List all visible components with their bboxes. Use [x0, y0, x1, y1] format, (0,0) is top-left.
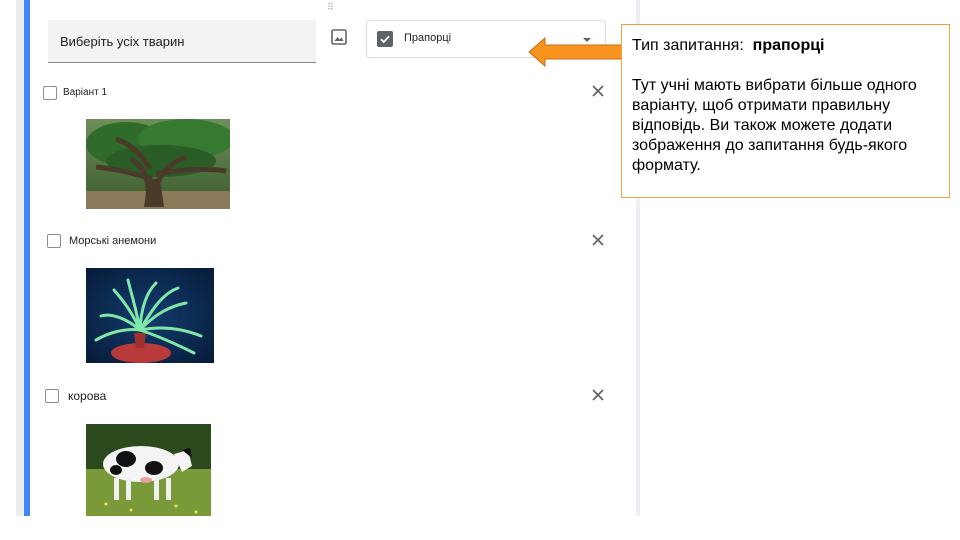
question-title-text: Виберіть усіх тварин [60, 33, 185, 49]
checkbox-type-icon [377, 31, 393, 47]
callout-box: Тип запитання: прапорці Тут учні мають в… [621, 24, 950, 198]
option-row-1: Варіант 1 [0, 80, 612, 104]
remove-option-1-close-icon[interactable] [591, 84, 605, 98]
option-checkbox-2[interactable] [47, 234, 61, 248]
option-image-1-tree [86, 119, 234, 209]
option-row-2: Морські анемони [0, 229, 612, 253]
option-label-2[interactable]: Морські анемони [69, 235, 156, 247]
callout-title-prefix: Тип запитання: [632, 37, 744, 54]
remove-option-3-close-icon[interactable] [591, 388, 605, 402]
option-image-2-sea-anemone [86, 268, 214, 363]
option-checkbox-3[interactable] [45, 389, 59, 403]
callout-title-value: прапорці [752, 37, 825, 54]
option-label-1[interactable]: Варіант 1 [63, 87, 107, 98]
option-row-3: корова [0, 384, 612, 408]
remove-option-2-close-icon[interactable] [591, 233, 605, 247]
drag-handle-icon[interactable]: ⠿ [323, 4, 339, 16]
callout-body: Тут учні мають вибрати більше одного вар… [632, 77, 917, 174]
callout-arrow-icon [528, 36, 623, 72]
active-question-accent-bar [24, 0, 30, 516]
add-image-icon[interactable] [330, 28, 348, 46]
option-label-3[interactable]: корова [68, 389, 106, 403]
question-type-label: Прапорці [404, 32, 452, 44]
question-title-input[interactable]: Виберіть усіх тварин [48, 20, 316, 63]
option-image-3-cow [86, 424, 211, 516]
callout-title: Тип запитання: прапорці [632, 36, 939, 56]
option-checkbox-1[interactable] [43, 86, 57, 100]
